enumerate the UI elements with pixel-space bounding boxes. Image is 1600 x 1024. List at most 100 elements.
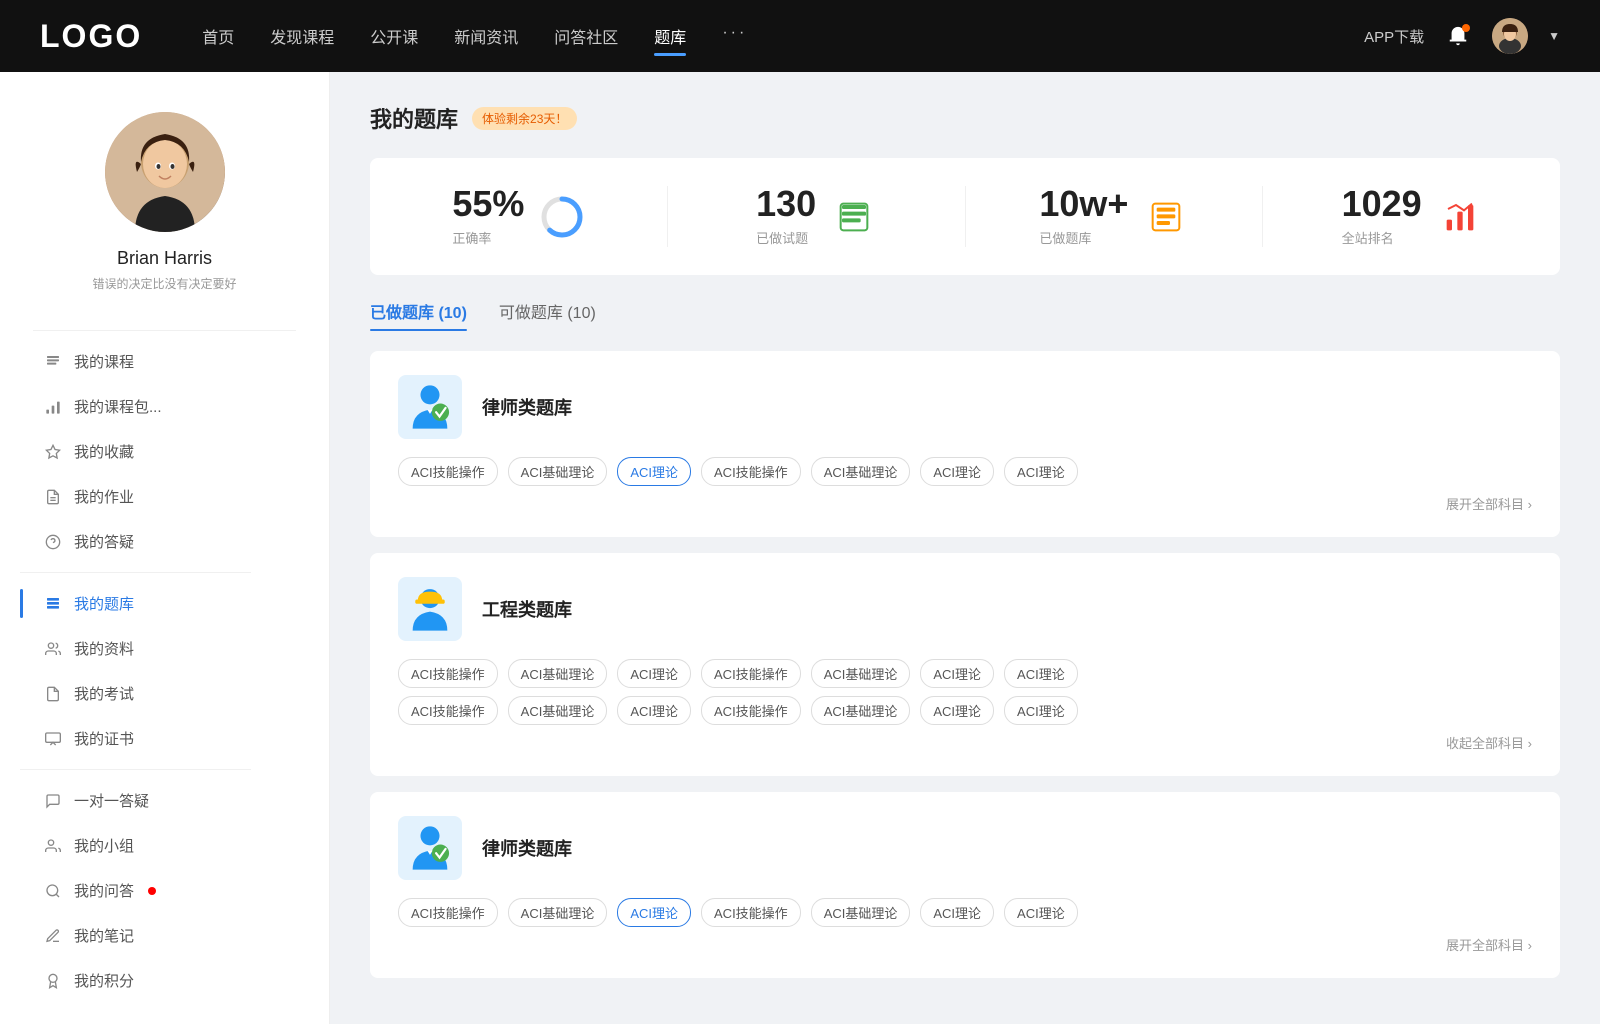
tag-2-13[interactable]: ACI理论 xyxy=(920,696,994,725)
navbar: LOGO 首页 发现课程 公开课 新闻资讯 问答社区 题库 ··· APP下载 xyxy=(0,0,1600,72)
tag-2-4[interactable]: ACI技能操作 xyxy=(701,659,801,688)
sidebar-menu: 我的课程 我的课程包... 我的收藏 我的作业 xyxy=(0,339,329,1003)
logo[interactable]: LOGO xyxy=(40,18,142,55)
sidebar-item-question-bank[interactable]: 我的题库 xyxy=(20,581,309,626)
accuracy-label: 正确率 xyxy=(452,228,524,247)
avatar[interactable] xyxy=(1492,18,1528,54)
bank-card-lawyer-1: 律师类题库 ACI技能操作 ACI基础理论 ACI理论 ACI技能操作 ACI基… xyxy=(370,351,1560,537)
lawyer-icon-2 xyxy=(398,816,462,880)
done-banks-icon xyxy=(1144,195,1188,239)
ranking-label: 全站排名 xyxy=(1342,228,1422,247)
tag-3-3[interactable]: ACI理论 xyxy=(617,898,691,927)
bank-card-2-title: 工程类题库 xyxy=(482,596,572,622)
tag-1-3[interactable]: ACI理论 xyxy=(617,457,691,486)
profile-motto: 错误的决定比没有决定要好 xyxy=(92,275,236,292)
tab-available-banks[interactable]: 可做题库 (10) xyxy=(499,299,596,331)
sidebar-item-exams[interactable]: 我的考试 xyxy=(20,671,309,716)
ranking-icon xyxy=(1438,195,1482,239)
sidebar-item-homework[interactable]: 我的作业 xyxy=(20,474,309,519)
engineer-icon xyxy=(398,577,462,641)
sidebar-item-materials[interactable]: 我的资料 xyxy=(20,626,309,671)
tag-3-7[interactable]: ACI理论 xyxy=(1004,898,1078,927)
sidebar-divider-top xyxy=(33,330,296,331)
bank-card-lawyer-2: 律师类题库 ACI技能操作 ACI基础理论 ACI理论 ACI技能操作 ACI基… xyxy=(370,792,1560,978)
bank-card-2-tags-row1: ACI技能操作 ACI基础理论 ACI理论 ACI技能操作 ACI基础理论 AC… xyxy=(398,659,1532,688)
bank-card-2-collapse[interactable]: 收起全部科目 › xyxy=(398,733,1532,752)
done-banks-label: 已做题库 xyxy=(1039,228,1128,247)
tag-2-12[interactable]: ACI基础理论 xyxy=(811,696,911,725)
sidebar-item-groups[interactable]: 我的小组 xyxy=(20,823,309,868)
nav-discover[interactable]: 发现课程 xyxy=(270,20,334,52)
tag-1-2[interactable]: ACI基础理论 xyxy=(508,457,608,486)
sidebar-item-favorites[interactable]: 我的收藏 xyxy=(20,429,309,474)
sidebar-item-one-on-one[interactable]: 一对一答疑 xyxy=(20,778,309,823)
sidebar-item-course-package[interactable]: 我的课程包... xyxy=(20,384,309,429)
tag-2-6[interactable]: ACI理论 xyxy=(920,659,994,688)
tag-2-14[interactable]: ACI理论 xyxy=(1004,696,1078,725)
ranking-value: 1029 xyxy=(1342,186,1422,222)
avatar-chevron[interactable]: ▼ xyxy=(1548,29,1560,43)
tabs-bar: 已做题库 (10) 可做题库 (10) xyxy=(370,299,1560,331)
sidebar-item-points[interactable]: 我的积分 xyxy=(20,958,309,1003)
nav-open-course[interactable]: 公开课 xyxy=(370,20,418,52)
sidebar-label-groups: 我的小组 xyxy=(74,835,134,856)
sidebar-label-answers: 我的答疑 xyxy=(74,531,134,552)
bank-card-3-header: 律师类题库 xyxy=(398,816,1532,880)
tag-3-1[interactable]: ACI技能操作 xyxy=(398,898,498,927)
question-bank-icon xyxy=(44,595,62,613)
bank-card-1-header: 律师类题库 xyxy=(398,375,1532,439)
nav-more[interactable]: ··· xyxy=(722,20,747,52)
sidebar-label-favorites: 我的收藏 xyxy=(74,441,134,462)
notification-bell[interactable] xyxy=(1444,22,1472,50)
stat-done-questions: 130 已做试题 xyxy=(668,186,966,247)
accuracy-icon xyxy=(540,195,584,239)
tag-2-9[interactable]: ACI基础理论 xyxy=(508,696,608,725)
bank-card-1-title: 律师类题库 xyxy=(482,394,572,420)
favorites-icon xyxy=(44,443,62,461)
tag-3-2[interactable]: ACI基础理论 xyxy=(508,898,608,927)
tag-1-5[interactable]: ACI基础理论 xyxy=(811,457,911,486)
bank-card-3-title: 律师类题库 xyxy=(482,835,572,861)
lawyer-icon-1 xyxy=(398,375,462,439)
tag-2-11[interactable]: ACI技能操作 xyxy=(701,696,801,725)
bank-card-engineer: 工程类题库 ACI技能操作 ACI基础理论 ACI理论 ACI技能操作 ACI基… xyxy=(370,553,1560,776)
sidebar-item-answers[interactable]: 我的答疑 xyxy=(20,519,309,564)
sidebar: Brian Harris 错误的决定比没有决定要好 我的课程 我的课程包... xyxy=(0,72,330,1024)
exams-icon xyxy=(44,685,62,703)
sidebar-item-certificates[interactable]: 我的证书 xyxy=(20,716,309,761)
bank-card-1-expand[interactable]: 展开全部科目 › xyxy=(398,494,1532,513)
answers-icon xyxy=(44,533,62,551)
app-download-link[interactable]: APP下载 xyxy=(1364,26,1424,47)
tab-done-banks[interactable]: 已做题库 (10) xyxy=(370,299,467,331)
tag-2-3[interactable]: ACI理论 xyxy=(617,659,691,688)
sidebar-label-homework: 我的作业 xyxy=(74,486,134,507)
bank-card-3-expand[interactable]: 展开全部科目 › xyxy=(398,935,1532,954)
nav-question-bank[interactable]: 题库 xyxy=(654,20,686,52)
nav-qa[interactable]: 问答社区 xyxy=(554,20,618,52)
sidebar-item-my-courses[interactable]: 我的课程 xyxy=(20,339,309,384)
tag-2-8[interactable]: ACI技能操作 xyxy=(398,696,498,725)
tag-1-4[interactable]: ACI技能操作 xyxy=(701,457,801,486)
tag-2-7[interactable]: ACI理论 xyxy=(1004,659,1078,688)
tag-3-5[interactable]: ACI基础理论 xyxy=(811,898,911,927)
profile-name: Brian Harris xyxy=(117,248,212,269)
bank-card-2-header: 工程类题库 xyxy=(398,577,1532,641)
tag-1-1[interactable]: ACI技能操作 xyxy=(398,457,498,486)
sidebar-item-notes[interactable]: 我的笔记 xyxy=(20,913,309,958)
points-icon xyxy=(44,972,62,990)
tag-2-10[interactable]: ACI理论 xyxy=(617,696,691,725)
tag-2-2[interactable]: ACI基础理论 xyxy=(508,659,608,688)
nav-home[interactable]: 首页 xyxy=(202,20,234,52)
nav-right: APP下载 ▼ xyxy=(1364,18,1560,54)
tag-3-4[interactable]: ACI技能操作 xyxy=(701,898,801,927)
accuracy-value: 55% xyxy=(452,186,524,222)
tag-1-7[interactable]: ACI理论 xyxy=(1004,457,1078,486)
sidebar-item-my-qa[interactable]: 我的问答 xyxy=(20,868,309,913)
nav-news[interactable]: 新闻资讯 xyxy=(454,20,518,52)
stat-done-banks: 10w+ 已做题库 xyxy=(966,186,1264,247)
tag-2-1[interactable]: ACI技能操作 xyxy=(398,659,498,688)
tag-1-6[interactable]: ACI理论 xyxy=(920,457,994,486)
tag-2-5[interactable]: ACI基础理论 xyxy=(811,659,911,688)
materials-icon xyxy=(44,640,62,658)
tag-3-6[interactable]: ACI理论 xyxy=(920,898,994,927)
